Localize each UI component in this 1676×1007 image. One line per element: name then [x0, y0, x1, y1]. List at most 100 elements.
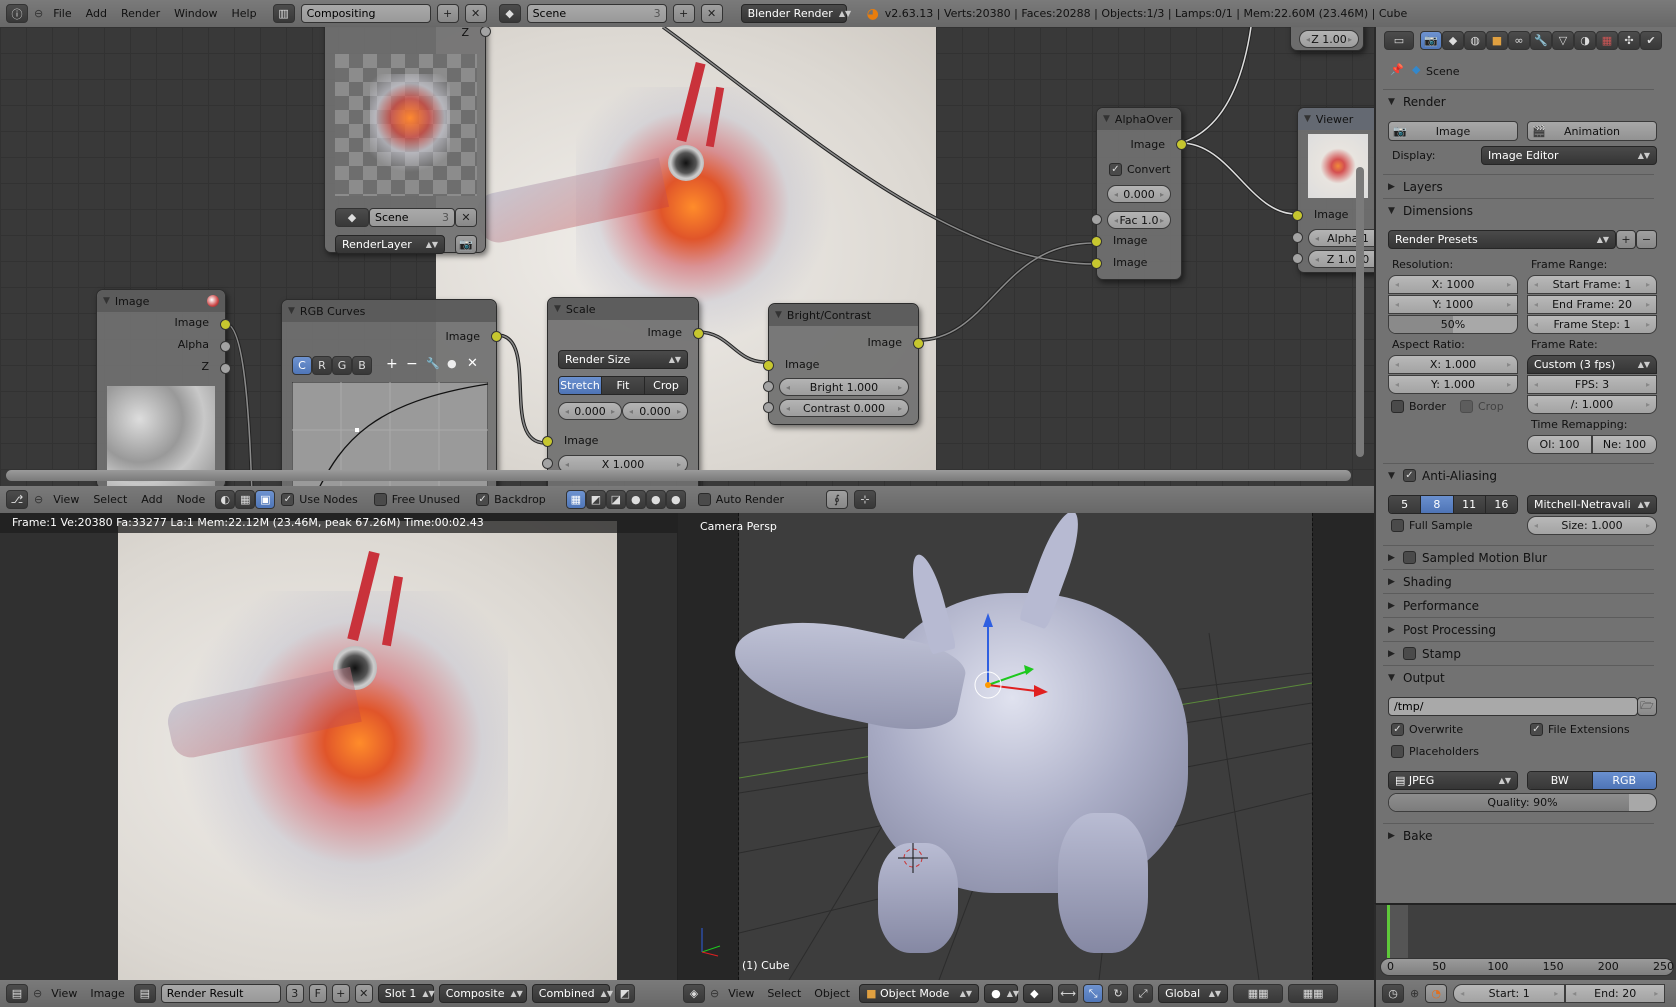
use-nodes-checkbox[interactable]: ✓ Use Nodes	[281, 493, 358, 506]
filter-size-field[interactable]: Size: 1.000	[1527, 516, 1657, 535]
aa-samples-5[interactable]: 5	[1389, 496, 1422, 513]
start-frame-field[interactable]: Start Frame: 1	[1527, 275, 1657, 294]
render-tab-camera-icon[interactable]: 📷	[1420, 31, 1442, 50]
full-sample-checkbox[interactable]: Full Sample	[1391, 519, 1473, 532]
menu-view[interactable]: View	[724, 987, 758, 1000]
motion-blur-panel-header[interactable]: ▶ Sampled Motion Blur	[1383, 545, 1654, 569]
motion-blur-checkbox[interactable]	[1403, 551, 1416, 564]
3d-cursor-icon[interactable]	[898, 843, 928, 873]
color-mode-rgb[interactable]: RGB	[1592, 772, 1656, 789]
image-node-image-socket[interactable]	[220, 319, 231, 330]
remove-preset-button[interactable]: −	[1636, 230, 1657, 249]
remove-scene-button[interactable]: ✕	[700, 4, 723, 23]
channel-c-tab[interactable]: C	[292, 356, 312, 375]
pivot-point-select[interactable]: ◆	[1023, 984, 1054, 1003]
modifiers-tab-wrench-icon[interactable]: 🔧	[1530, 31, 1552, 50]
viewer-input-socket[interactable]	[1292, 210, 1303, 221]
overwrite-checkbox[interactable]: ✓ Overwrite	[1391, 723, 1463, 736]
border-checkbox[interactable]: Border	[1391, 400, 1446, 413]
alpha-over-input1-socket[interactable]	[1091, 236, 1102, 247]
premul-field[interactable]: 0.000	[1107, 185, 1171, 203]
aspect-y-field[interactable]: Y: 1.000	[1388, 375, 1518, 394]
stamp-panel-header[interactable]: ▶ Stamp	[1383, 641, 1654, 665]
fac-socket[interactable]	[1091, 214, 1102, 225]
resolution-x-field[interactable]: X: 1000	[1388, 275, 1518, 294]
display-select[interactable]: Image Editor ▲▼	[1481, 146, 1657, 165]
render-layers-node[interactable]: Z ◆ Scene 3 ✕ RenderLayer ▲▼ 📷	[324, 27, 491, 254]
time-remap-old-field[interactable]: Ol: 100	[1527, 435, 1592, 454]
collapse-menu-icon[interactable]: ⊖	[33, 987, 42, 1000]
contrast-socket[interactable]	[763, 402, 774, 413]
render-layers-scene-icon[interactable]: ◆	[335, 208, 369, 227]
object-tab-icon[interactable]: ■	[1486, 31, 1508, 50]
render-layer-select[interactable]: RenderLayer ▲▼	[335, 235, 445, 254]
scene-field[interactable]: Scene 3	[526, 4, 667, 23]
render-layer-render-button[interactable]: 📷	[455, 235, 477, 254]
scene-icon[interactable]: ◆	[498, 4, 521, 23]
curve-zoom-in-icon[interactable]: +	[386, 356, 398, 372]
alpha-over-node[interactable]: ▼AlphaOver Image ✓Convert 0.000 Fac 1.0 …	[1091, 107, 1187, 280]
layers-grid-icon[interactable]: ▦▦	[1288, 984, 1339, 1003]
transform-manipulator[interactable]	[948, 603, 1068, 723]
auto-render-checkbox[interactable]: Auto Render	[697, 493, 784, 506]
post-processing-panel-header[interactable]: ▶ Post Processing	[1383, 617, 1654, 641]
fac-field[interactable]: Fac 1.0	[1107, 211, 1171, 229]
scale-node[interactable]: ▼ Scale Image Render Size ▲▼ Stretch Fit C…	[542, 297, 704, 486]
node-editor-horizontal-scrollbar[interactable]	[6, 470, 1351, 481]
file-extensions-checkbox[interactable]: ✓ File Extensions	[1530, 723, 1630, 736]
fit-fit-option[interactable]: Fit	[602, 377, 645, 394]
viewer-header[interactable]: ▼ Viewer	[1298, 108, 1374, 130]
curve-zoom-out-icon[interactable]: −	[406, 356, 418, 372]
menu-window[interactable]: Window	[170, 7, 221, 20]
texture-tab-icon[interactable]: ▦	[1596, 31, 1618, 50]
fit-stretch-option[interactable]: Stretch	[559, 377, 602, 394]
rotate-manipulator-icon[interactable]: ↻	[1108, 984, 1129, 1003]
free-unused-checkbox[interactable]: Free Unused	[373, 493, 460, 506]
stamp-checkbox[interactable]	[1403, 647, 1416, 660]
performance-panel-header[interactable]: ▶ Performance	[1383, 593, 1654, 617]
timeline-editor[interactable]: 0 50 100 150 200 250	[1374, 903, 1676, 980]
rgb-curves-output-socket[interactable]	[491, 331, 502, 342]
aa-samples-8[interactable]: 8	[1421, 496, 1454, 513]
aa-samples-11[interactable]: 11	[1453, 496, 1486, 513]
screen-layout-icon[interactable]: ▥	[272, 4, 295, 23]
menu-render[interactable]: Render	[117, 7, 164, 20]
preview-range-icon[interactable]: ◔	[1425, 984, 1448, 1003]
screen-layout-field[interactable]: Compositing	[300, 4, 431, 23]
menu-select[interactable]: Select	[89, 493, 131, 506]
end-frame-field[interactable]: End Frame: 20	[1527, 295, 1657, 314]
render-presets-select[interactable]: Render Presets ▲▼	[1388, 230, 1616, 249]
render-layers-unlink-button[interactable]: ✕	[455, 208, 477, 227]
bright-field[interactable]: Bright 1.000	[779, 378, 909, 396]
placeholders-checkbox[interactable]: Placeholders	[1391, 745, 1479, 758]
fake-user-button[interactable]: F	[308, 984, 327, 1003]
add-scene-button[interactable]: +	[672, 4, 695, 23]
dimensions-panel-header[interactable]: ▼ Dimensions	[1383, 198, 1654, 222]
viewer-alpha-socket[interactable]	[1292, 232, 1303, 243]
anti-aliasing-checkbox[interactable]: ✓	[1403, 469, 1416, 482]
fps-base-field[interactable]: /: 1.000	[1527, 395, 1657, 414]
timeline-start-field[interactable]: Start: 1	[1453, 984, 1566, 1003]
node-editor-vertical-scrollbar[interactable]	[1356, 167, 1364, 457]
crop-checkbox[interactable]: Crop	[1460, 400, 1504, 413]
render-layers-scene-field[interactable]: Scene 3	[369, 208, 455, 227]
editor-type-info-icon[interactable]: ⓘ	[6, 4, 28, 23]
image-node-z-socket[interactable]	[220, 363, 231, 374]
collapse-menu-icon[interactable]: ⊖	[34, 493, 43, 506]
backdrop-red-icon[interactable]: ●	[625, 490, 646, 509]
backdrop-green-icon[interactable]: ●	[645, 490, 666, 509]
render-engine-select[interactable]: Blender Render ▲▼	[740, 4, 851, 23]
scene-tab-icon[interactable]: ◆	[1442, 31, 1464, 50]
scale-node-header[interactable]: ▼ Scale	[548, 298, 698, 320]
manipulator-toggle-icon[interactable]: ⟷	[1058, 984, 1079, 1003]
fit-crop-option[interactable]: Crop	[645, 377, 687, 394]
time-remap-new-field[interactable]: Ne: 100	[1592, 435, 1657, 454]
bake-panel-header[interactable]: ▶ Bake	[1383, 823, 1654, 847]
fps-field[interactable]: FPS: 3	[1527, 375, 1657, 394]
editor-type-timeline-icon[interactable]: ◷	[1382, 984, 1404, 1003]
curve-tools-wrench-icon[interactable]: 🔧	[426, 357, 440, 370]
menu-view[interactable]: View	[49, 493, 83, 506]
render-panel-header[interactable]: ▼ Render	[1383, 89, 1654, 113]
backdrop-rgb-icon[interactable]: ◩	[585, 490, 606, 509]
resolution-percent-slider[interactable]: 50%	[1388, 315, 1518, 334]
